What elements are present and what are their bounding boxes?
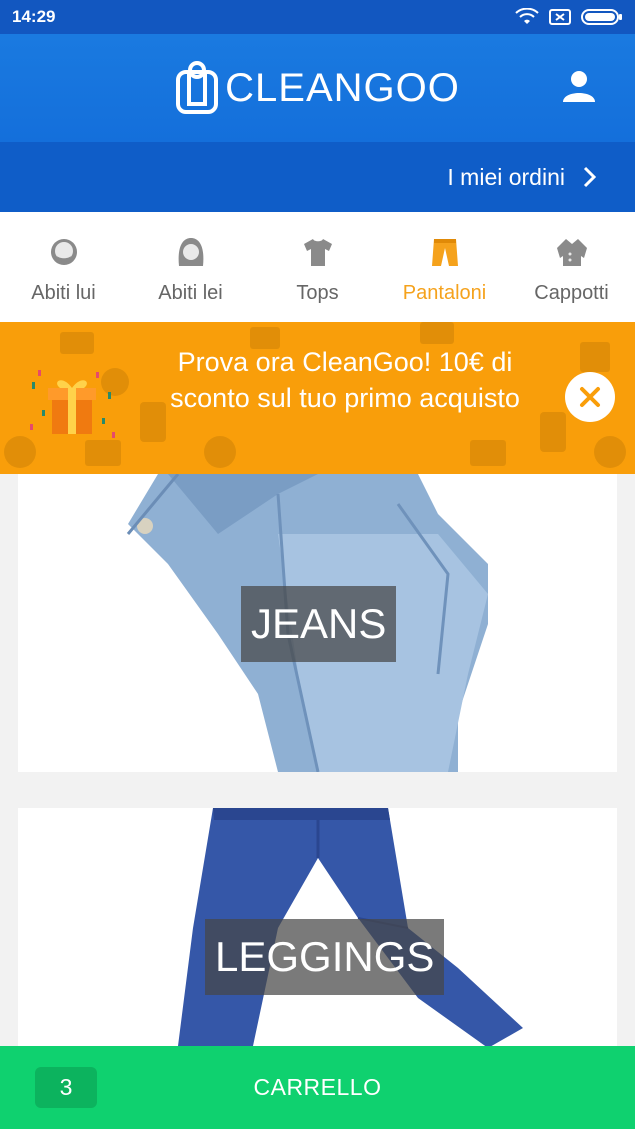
product-label: LEGGINGS: [205, 919, 445, 995]
tab-tops[interactable]: Tops: [254, 212, 381, 322]
product-label: JEANS: [241, 586, 397, 662]
user-icon[interactable]: [561, 68, 597, 104]
promo-banner: Prova ora CleanGoo! 10€ di sconto sul tu…: [0, 322, 635, 474]
woman-face-icon: [178, 238, 203, 266]
my-orders-label: I miei ordini: [447, 163, 565, 190]
logo-text: CLEANGOO: [225, 65, 460, 110]
promo-text: Prova ora CleanGoo! 10€ di sconto sul tu…: [170, 347, 520, 413]
tab-cappotti[interactable]: Cappotti: [508, 212, 635, 322]
status-icons: [515, 8, 623, 26]
cleangoo-logo-icon: [176, 61, 219, 114]
cart-bar[interactable]: 3 CARRELLO: [0, 1046, 635, 1129]
app-logo: CLEANGOO: [175, 60, 460, 116]
tshirt-icon: [303, 239, 332, 266]
gift-icon: [30, 370, 115, 438]
tab-pantaloni[interactable]: Pantaloni: [381, 212, 508, 322]
app-header: CLEANGOO: [0, 34, 635, 142]
status-time: 14:29: [12, 7, 56, 26]
my-orders-link[interactable]: I miei ordini: [0, 142, 635, 212]
tab-label: Abiti lei: [158, 282, 223, 304]
chevron-right-icon: [583, 166, 597, 188]
wifi-icon: [515, 8, 539, 24]
trousers-icon: [431, 239, 458, 266]
battery-icon: [581, 9, 622, 25]
tab-label: Tops: [296, 282, 339, 304]
cart-count-badge: 3: [35, 1067, 97, 1108]
tab-abiti-lui[interactable]: Abiti lui: [0, 212, 127, 322]
close-icon: [580, 387, 600, 407]
sim-icon: [549, 9, 571, 25]
tab-label: Abiti lui: [31, 282, 96, 304]
tab-abiti-lei[interactable]: Abiti lei: [127, 212, 254, 322]
man-face-icon: [50, 239, 77, 265]
coat-icon: [556, 239, 587, 266]
close-promo-button[interactable]: [565, 372, 615, 422]
status-bar: 14:29: [0, 0, 635, 34]
tab-label: Cappotti: [534, 282, 609, 304]
cart-label: CARRELLO: [253, 1074, 382, 1100]
product-card-jeans[interactable]: JEANS: [18, 474, 617, 772]
tab-label: Pantaloni: [402, 282, 487, 304]
category-tabs: Abiti lui Abiti lei Tops Pantaloni Cappo…: [0, 212, 635, 322]
